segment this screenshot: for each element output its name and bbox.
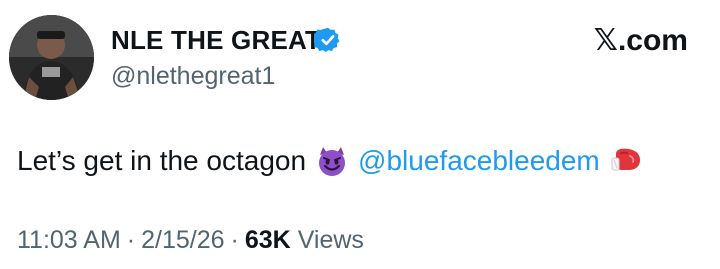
avatar-image <box>9 15 94 100</box>
tweet-date[interactable]: 2/15/26 <box>141 226 224 254</box>
meta-separator: · <box>230 226 239 254</box>
verified-badge-icon <box>314 27 340 53</box>
profile-avatar[interactable] <box>9 15 94 100</box>
x-brand-label: 𝕏.com <box>593 24 688 57</box>
smiling-devil-emoji <box>316 145 348 177</box>
tweet-meta: 11:03 AM · 2/15/26 · 63K Views <box>17 224 364 256</box>
boxing-glove-emoji <box>610 146 644 176</box>
tweet-card: NLE THE GREAT @nlethegreat1 𝕏.com Let’s … <box>0 0 720 269</box>
author-display-name[interactable]: NLE THE GREAT <box>111 24 321 56</box>
author-handle[interactable]: @nlethegreat1 <box>111 60 275 92</box>
tweet-time[interactable]: 11:03 AM <box>17 226 121 254</box>
tweet-text: Let’s get in the octagon @bluefacebleede… <box>17 143 654 179</box>
views-label: Views <box>297 226 364 254</box>
mention-link[interactable]: @bluefacebleedem <box>358 143 600 179</box>
views-count: 63K <box>244 226 291 254</box>
meta-separator: · <box>126 226 136 254</box>
tweet-text-body: Let’s get in the octagon <box>17 145 307 176</box>
